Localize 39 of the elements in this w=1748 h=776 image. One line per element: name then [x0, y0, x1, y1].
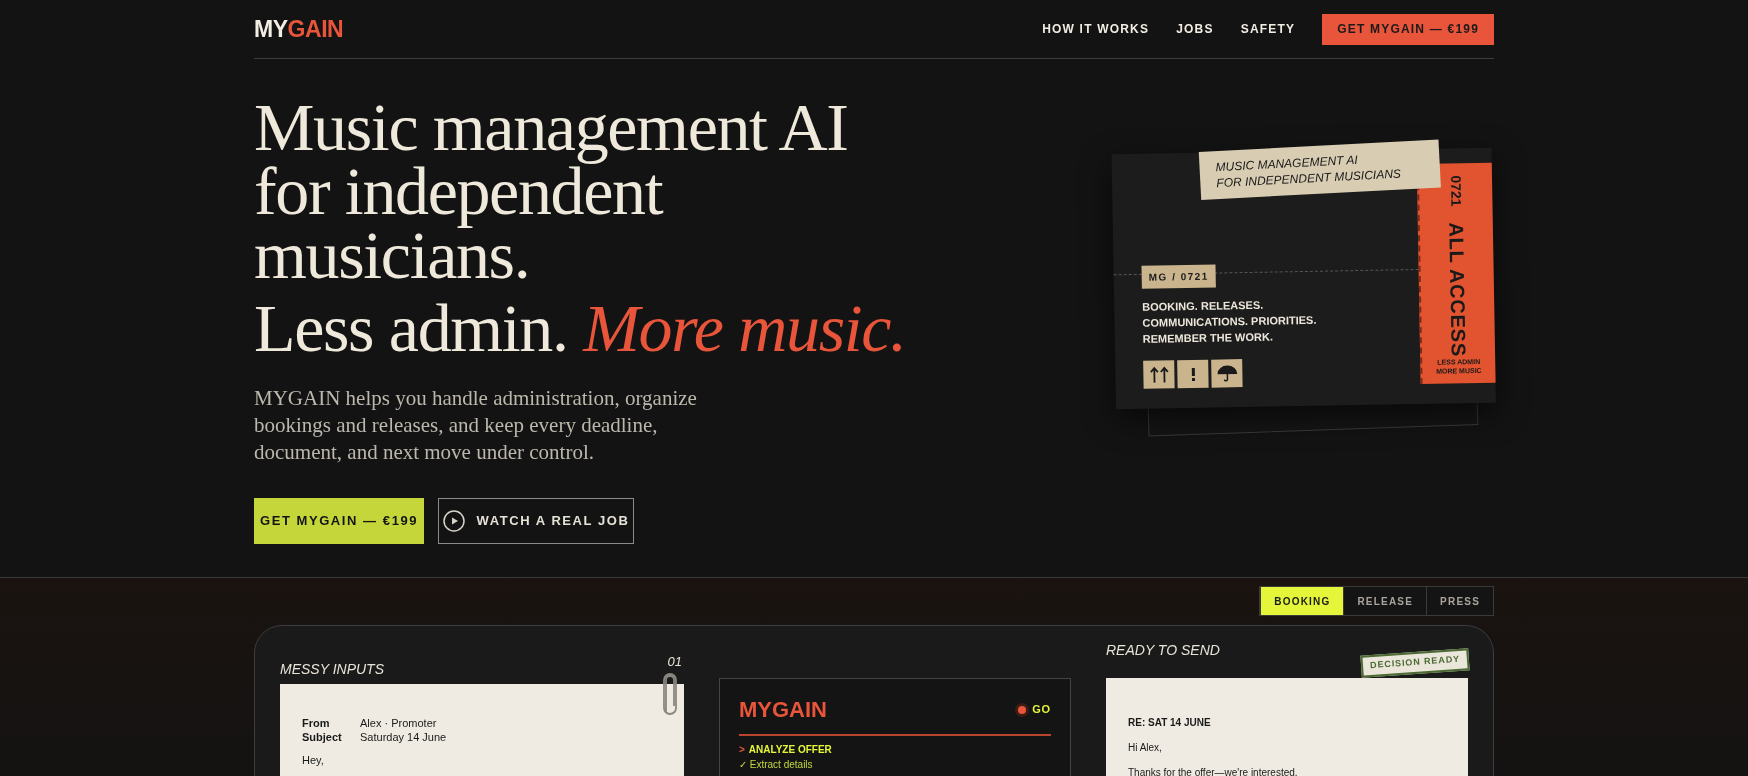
stub-number: 0721: [1446, 175, 1466, 207]
title-sticker: MUSIC MANAGEMENT AI FOR INDEPENDENT MUSICIANS: [1198, 139, 1441, 200]
logo[interactable]: MYGAIN: [254, 11, 344, 47]
play-icon: [442, 510, 465, 532]
field-value: Saturday 14 June: [360, 729, 447, 744]
reply-line: Hi Alex,: [1128, 740, 1163, 755]
this-way-up-icon: [1143, 360, 1175, 389]
reply-subject: RE: SAT 14 JUNE: [1128, 715, 1212, 730]
category-tab[interactable]: RELEASE: [1343, 587, 1427, 615]
column-title: READY TO SEND: [1106, 641, 1220, 660]
umbrella-icon: [1211, 359, 1243, 388]
category-tab[interactable]: BOOKING: [1260, 587, 1344, 615]
feature-list: BOOKING. RELEASES. COMMUNICATIONS. PRIORITIES. REMEMBER THE WORK.: [1142, 294, 1420, 347]
buy-button[interactable]: GET MYGAIN — €199: [254, 498, 424, 544]
fragile-icon: [1177, 359, 1209, 389]
column-title: MESSY INPUTS: [280, 659, 384, 679]
hero-tagline: Less admin. More music.: [254, 289, 906, 367]
assistant-logo: MYGAIN: [739, 696, 827, 724]
field-label: Subject: [302, 729, 343, 744]
ticket-code: MG / 0721: [1141, 264, 1217, 289]
field-label: From: [302, 715, 331, 730]
hero-description: MYGAIN helps you handle administration, organize bookings and releases, and keep every deadline, document, and next move under control.: [254, 385, 698, 466]
field-value: Alex · Promoter: [360, 715, 437, 730]
category-tab[interactable]: PRESS: [1426, 587, 1493, 615]
status-badge: DECISION READY: [1360, 648, 1470, 678]
email-body: Hey,: [302, 753, 325, 767]
step-title: > ANALYZE OFFER: [739, 744, 833, 756]
watch-button[interactable]: WATCH A REAL JOB: [438, 498, 634, 544]
nav-link[interactable]: SAFETY: [1240, 20, 1296, 38]
nav-link[interactable]: JOBS: [1176, 20, 1214, 38]
stub-title: ALL ACCESS: [1444, 222, 1471, 358]
buy-button[interactable]: GET MYGAIN — €199: [1322, 13, 1494, 45]
nav-link[interactable]: HOW IT WORKS: [1042, 20, 1150, 38]
status-label: GO: [1032, 702, 1051, 718]
hero-title: Music management AI for independent musicians.: [254, 95, 849, 287]
check-item: ✓ Extract details: [739, 759, 814, 771]
paperclip-icon: [660, 671, 680, 718]
column-number: 01: [667, 653, 682, 671]
reply-line: Thanks for the offer—we're interested.: [1128, 765, 1299, 776]
